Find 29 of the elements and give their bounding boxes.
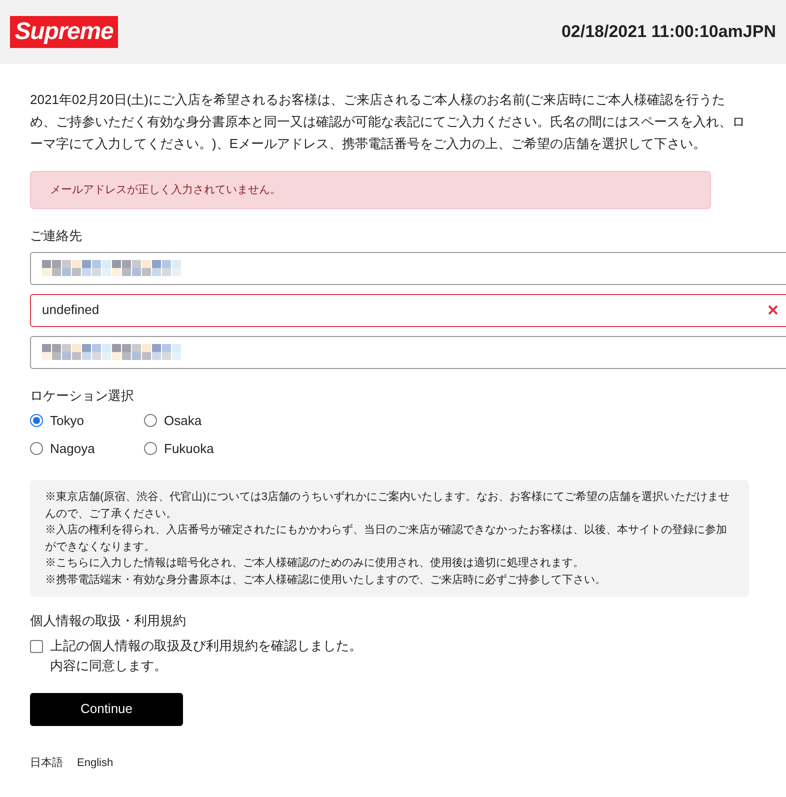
note-text: ※携帯電話端末・有効な身分書原本は、ご本人様確認に使用いたしますので、ご来店時に必ずご持参して下さい。 bbox=[45, 572, 607, 588]
checkbox-label: 内容に同意します。 bbox=[50, 656, 168, 674]
note-text: ※入店の権利を得られ、入店番号が確定されたにもかかわらず、当日のご来店が確認できなかったお客様は、以後、本サイトの登録に参加ができなくなります。 bbox=[45, 522, 728, 554]
radio-button[interactable] bbox=[30, 442, 43, 455]
input-field[interactable] bbox=[30, 336, 786, 368]
note-text: ※こちらに入力した情報は暗号化され、ご本人様確認のためのみに使用され、使用後は適切に処理されます。 bbox=[45, 556, 585, 571]
radio-label: Tokyo bbox=[50, 412, 84, 430]
radio-label: Osaka bbox=[164, 412, 202, 430]
location-label: ロケーション選択 bbox=[30, 386, 135, 404]
error-alert: メールアドレスが正しく入力されていません。 bbox=[30, 171, 711, 209]
note-text: ※東京店舗(原宿、渋谷、代官山)については3店舗のうちいずれかにご案内いたします。なお、お客様にてご希望の店舗を選択いただけませんので、ご了承ください。 bbox=[45, 490, 730, 522]
radio-label: Nagoya bbox=[50, 440, 95, 458]
datetime: 02/18/2021 11:00:10amJPN bbox=[561, 21, 776, 44]
radio-label: Fukuoka bbox=[164, 440, 214, 458]
checkbox-label: 上記の個人情報の取扱及び利用規約を確認しました。 bbox=[50, 636, 362, 654]
error-x-icon bbox=[768, 305, 778, 315]
language-link[interactable]: 日本語 bbox=[30, 754, 63, 771]
terms-label: 個人情報の取扱・利用規約 bbox=[30, 612, 187, 630]
checkbox[interactable] bbox=[30, 640, 43, 652]
input-field[interactable]: undefined bbox=[30, 294, 786, 326]
radio-button[interactable] bbox=[144, 442, 157, 455]
intro-text: 2021年02月20日(土)にご入店を希望されるお客様は、ご来店されるご本人様のお名前(ご来店時にご本人様確認を行うため、ご持参いただく有効な身分書原本と同一又は確認が可能な表記にてご入力ください。氏名の間にはスペースを入れ、ローマ字にて入力してください。)、Eメールアドレス、携帯電話番号をご入力の上、ご希望の店舗を選択して下さい。 bbox=[30, 91, 746, 153]
input-field[interactable] bbox=[30, 252, 786, 284]
continue-button[interactable]: Continue bbox=[30, 692, 183, 726]
logo[interactable]: Supreme bbox=[10, 16, 118, 48]
contact-label: ご連絡先 bbox=[30, 227, 83, 245]
radio-button[interactable] bbox=[30, 414, 43, 428]
language-link[interactable]: English bbox=[77, 754, 114, 771]
radio-button[interactable] bbox=[144, 414, 157, 428]
